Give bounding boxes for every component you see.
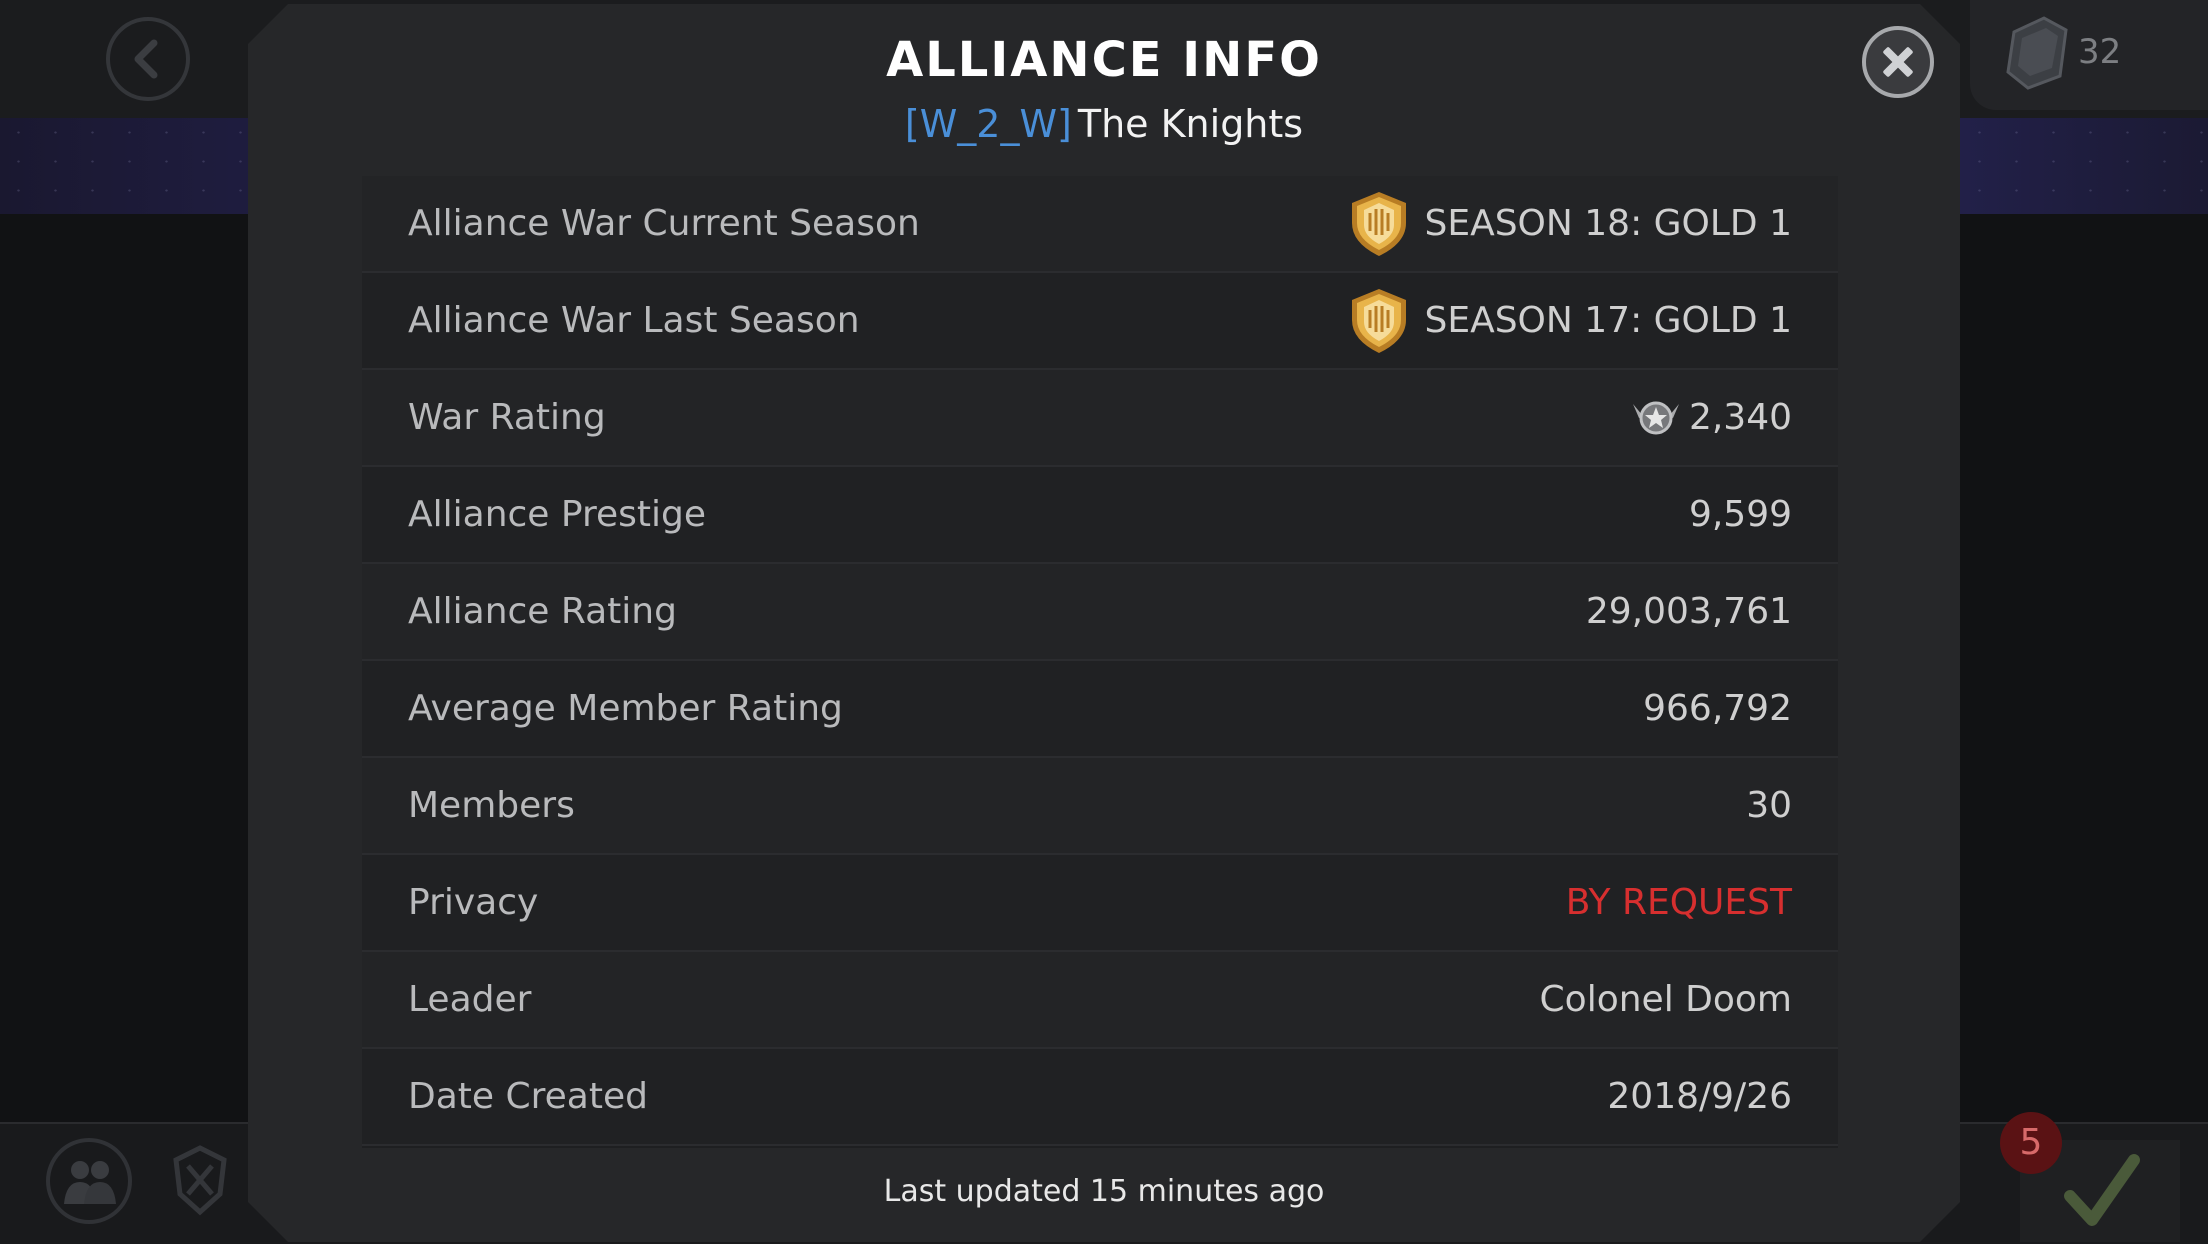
war-rating-emblem-icon xyxy=(1632,401,1679,434)
row-value: SEASON 18: GOLD 1 xyxy=(1348,176,1792,271)
row-label: Alliance War Last Season xyxy=(408,300,860,341)
row-label: Members xyxy=(408,785,575,826)
alliance-info-modal: ALLIANCE INFO [W_2_W] The Knights Allianc… xyxy=(248,4,1960,1242)
info-table: Alliance War Current Season SEASON 18: G… xyxy=(362,176,1838,1148)
row-label: Leader xyxy=(408,979,532,1020)
privacy-value: BY REQUEST xyxy=(1565,882,1792,923)
info-row-privacy: Privacy BY REQUEST xyxy=(362,855,1838,952)
info-row-leader: Leader Colonel Doom xyxy=(362,952,1838,1049)
row-value: 2,340 xyxy=(1629,370,1792,465)
info-row-current-season: Alliance War Current Season SEASON 18: G… xyxy=(362,176,1838,273)
row-label: Alliance Rating xyxy=(408,591,677,632)
row-value: 9,599 xyxy=(1688,494,1792,535)
people-icon xyxy=(64,1161,116,1204)
row-label: Privacy xyxy=(408,882,539,923)
checkmark-icon xyxy=(2064,1154,2140,1226)
row-value: SEASON 17: GOLD 1 xyxy=(1348,273,1792,368)
modal-title: ALLIANCE INFO xyxy=(886,32,1322,88)
row-label: Alliance Prestige xyxy=(408,494,707,535)
alliance-members-button[interactable] xyxy=(46,1138,132,1224)
alliance-name-line: [W_2_W] The Knights xyxy=(248,102,1960,146)
info-row-last-season: Alliance War Last Season SEASON 17: GOLD… xyxy=(362,273,1838,370)
chevron-left-icon xyxy=(134,39,158,79)
gold-shield-icon xyxy=(1352,191,1407,256)
war-rating-value: 2,340 xyxy=(1688,397,1792,438)
row-value: 966,792 xyxy=(1643,688,1792,729)
notification-badge: 5 xyxy=(2000,1112,2062,1174)
info-row-date-created: Date Created 2018/9/26 xyxy=(362,1049,1838,1146)
alliance-tag: [W_2_W] xyxy=(904,102,1072,146)
back-button[interactable] xyxy=(106,17,190,101)
last-season-value: SEASON 17: GOLD 1 xyxy=(1424,300,1792,341)
leader-value[interactable]: Colonel Doom xyxy=(1540,952,1792,1047)
gold-shield-icon xyxy=(1352,288,1407,353)
close-button[interactable] xyxy=(1862,26,1934,98)
info-row-prestige: Alliance Prestige 9,599 xyxy=(362,467,1838,564)
info-row-average-member-rating: Average Member Rating 966,792 xyxy=(362,661,1838,758)
resource-count: 32 xyxy=(2078,32,2122,72)
info-row-war-rating: War Rating 2,340 xyxy=(362,370,1838,467)
resource-crystal-icon xyxy=(2006,16,2068,90)
row-value: 29,003,761 xyxy=(1585,591,1792,632)
current-season-value: SEASON 18: GOLD 1 xyxy=(1424,203,1792,244)
info-row-alliance-rating: Alliance Rating 29,003,761 xyxy=(362,564,1838,661)
row-value: 30 xyxy=(1746,785,1792,826)
alliance-name: The Knights xyxy=(1077,102,1304,146)
row-label: Alliance War Current Season xyxy=(408,203,920,244)
row-value: 2018/9/26 xyxy=(1607,1076,1792,1117)
last-updated-text: Last updated 15 minutes ago xyxy=(883,1174,1325,1209)
row-label: War Rating xyxy=(408,397,606,438)
info-row-members: Members 30 xyxy=(362,758,1838,855)
row-label: Average Member Rating xyxy=(408,688,843,729)
alliance-war-icon[interactable] xyxy=(168,1144,232,1216)
row-label: Date Created xyxy=(408,1076,648,1117)
